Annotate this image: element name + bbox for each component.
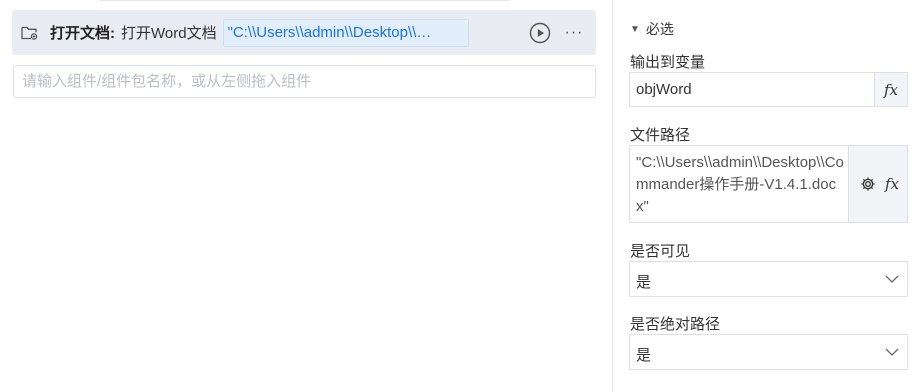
file-path-label: 文件路径 — [630, 127, 691, 144]
section-required[interactable]: ▼ 必选 — [630, 19, 674, 39]
canvas-divider — [100, 0, 510, 1]
visible-label: 是否可见 — [630, 243, 691, 260]
file-path-value: "C:\\Users\\admin\\Desktop\\Commander操作手… — [636, 154, 844, 215]
fx-icon: fx — [883, 80, 898, 99]
step-path-value[interactable]: "C:\\Users\\admin\\Desktop\\… — [222, 18, 469, 47]
more-options-icon[interactable]: ··· — [564, 21, 584, 45]
flow-canvas: 打开文档: 打开Word文档 "C:\\Users\\admin\\Deskto… — [0, 0, 613, 392]
fx-icon[interactable]: fx — [885, 175, 899, 193]
file-path-field[interactable]: "C:\\Users\\admin\\Desktop\\Commander操作手… — [629, 145, 908, 223]
app-root: 打开文档: 打开Word文档 "C:\\Users\\admin\\Deskto… — [0, 0, 923, 392]
gear-icon[interactable] — [857, 176, 879, 192]
output-var-field[interactable]: objWord fx — [629, 72, 908, 107]
caret-down-icon: ▼ — [630, 23, 640, 35]
output-var-label: 输出到变量 — [630, 54, 706, 71]
absolute-path-label: 是否绝对路径 — [630, 316, 721, 333]
output-var-value: objWord — [636, 81, 692, 98]
visible-value: 是 — [636, 274, 652, 291]
step-title: 打开文档: — [50, 25, 115, 42]
file-path-actions: fx — [848, 146, 907, 222]
chevron-down-icon — [885, 272, 899, 291]
step-description: 打开Word文档 — [121, 25, 217, 42]
properties-panel: ▼ 必选 输出到变量 objWord fx 文件路径 "C:\\Users\\a… — [614, 0, 923, 392]
folder-open-icon — [20, 23, 40, 43]
section-title: 必选 — [645, 21, 674, 37]
absolute-path-value: 是 — [636, 347, 652, 364]
chevron-down-icon — [885, 345, 899, 364]
visible-select[interactable]: 是 — [629, 261, 908, 297]
absolute-path-select[interactable]: 是 — [629, 334, 908, 370]
fx-button[interactable]: fx — [874, 73, 907, 106]
step-open-document[interactable]: 打开文档: 打开Word文档 "C:\\Users\\admin\\Deskto… — [12, 10, 596, 55]
component-search-input[interactable] — [13, 65, 596, 98]
run-step-icon[interactable] — [528, 21, 552, 45]
